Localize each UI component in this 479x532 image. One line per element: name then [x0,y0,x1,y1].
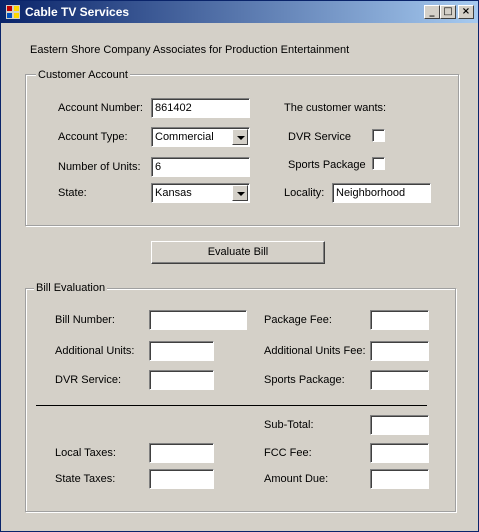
state-taxes-label: State Taxes: [55,473,116,485]
sports-package-checkbox[interactable] [372,157,385,170]
company-header-text: Eastern Shore Company Associates for Pro… [30,44,350,56]
dvr-service-result-input[interactable] [149,370,214,390]
additional-units-fee-input[interactable] [370,341,429,361]
amount-due-input[interactable] [370,469,429,489]
state-value: Kansas [155,187,192,199]
state-select[interactable]: Kansas [151,183,250,203]
separator-line [36,405,427,406]
fcc-fee-label: FCC Fee: [264,447,312,459]
title-bar[interactable]: Cable TV Services _ □ × [1,1,478,23]
local-taxes-input[interactable] [149,443,214,463]
account-number-label: Account Number: [58,102,143,114]
package-fee-label: Package Fee: [264,314,332,326]
subtotal-label: Sub-Total: [264,419,314,431]
state-dropdown-icon[interactable] [232,185,248,201]
window-title: Cable TV Services [25,5,130,19]
bill-number-label: Bill Number: [55,314,115,326]
customer-account-group [25,74,459,226]
minimize-button[interactable]: _ [424,5,440,19]
account-type-dropdown-icon[interactable] [232,129,248,145]
account-type-value: Commercial [155,131,214,143]
additional-units-label: Additional Units: [55,345,135,357]
customer-wants-label: The customer wants: [284,102,387,114]
sports-package-result-label: Sports Package: [264,374,345,386]
cable-tv-window: Cable TV Services _ □ × Eastern Shore Co… [0,0,479,532]
bill-number-input[interactable] [149,310,247,330]
dvr-service-label: DVR Service [288,131,351,143]
package-fee-input[interactable] [370,310,429,330]
customer-account-title: Customer Account [36,69,130,81]
additional-units-input[interactable] [149,341,214,361]
dvr-service-result-label: DVR Service: [55,374,122,386]
bill-evaluation-title: Bill Evaluation [34,282,108,294]
additional-units-fee-label: Additional Units Fee: [264,345,366,357]
fcc-fee-input[interactable] [370,443,429,463]
sports-package-label: Sports Package [288,159,366,171]
local-taxes-label: Local Taxes: [55,447,116,459]
state-label: State: [58,187,87,199]
dvr-service-checkbox[interactable] [372,129,385,142]
locality-label: Locality: [284,187,325,199]
account-type-label: Account Type: [58,131,128,143]
locality-input[interactable] [332,183,431,203]
sports-package-result-input[interactable] [370,370,429,390]
state-taxes-input[interactable] [149,469,214,489]
subtotal-input[interactable] [370,415,429,435]
evaluate-bill-button[interactable]: Evaluate Bill [151,241,325,264]
account-type-select[interactable]: Commercial [151,127,250,147]
account-number-input[interactable] [151,98,250,118]
app-icon [6,5,20,19]
units-label: Number of Units: [58,161,141,173]
amount-due-label: Amount Due: [264,473,329,485]
maximize-button[interactable]: □ [440,5,456,19]
units-input[interactable] [151,157,250,177]
close-button[interactable]: × [458,5,474,19]
